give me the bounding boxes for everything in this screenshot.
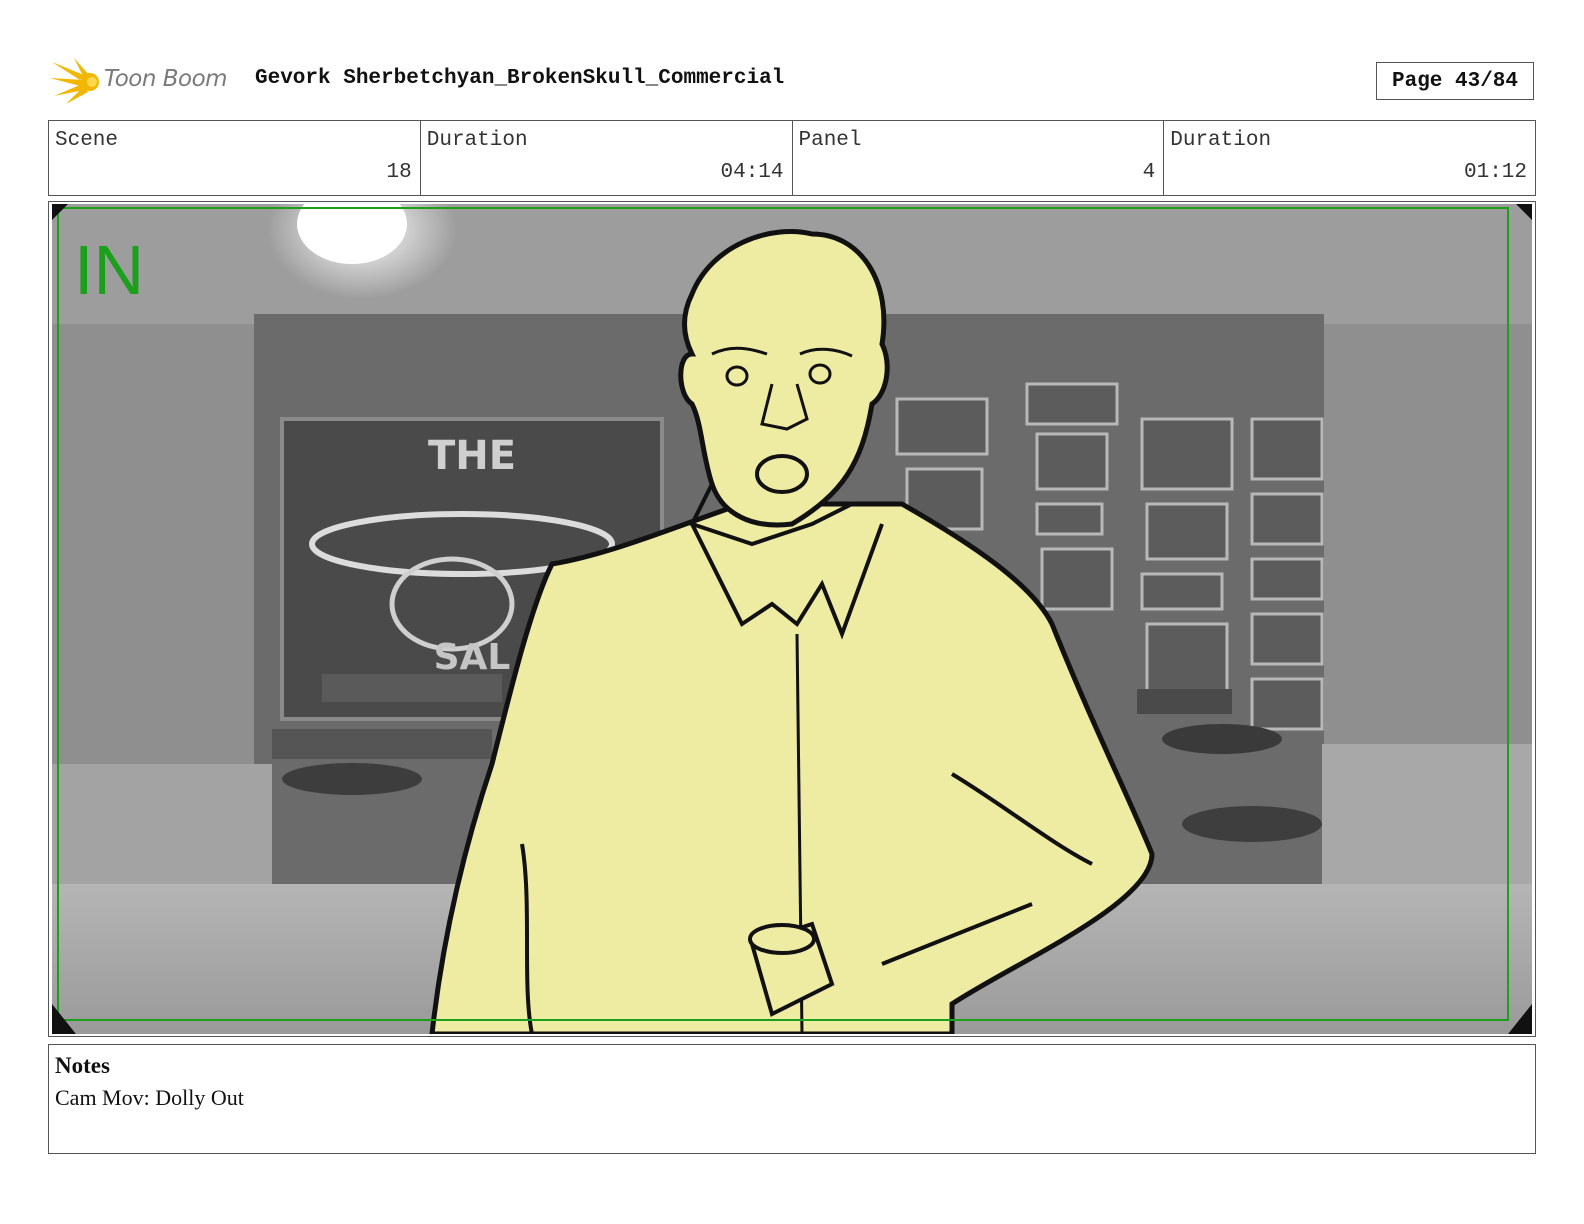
panel-value: 4 xyxy=(1142,161,1156,184)
scene-duration-cell: Duration 04:14 xyxy=(421,121,793,195)
panel-label: Panel xyxy=(798,129,862,152)
scene-duration-label: Duration xyxy=(426,129,528,152)
svg-text:THE: THE xyxy=(428,433,516,479)
panel-duration-value: 01:12 xyxy=(1463,161,1527,184)
project-title: Gevork Sherbetchyan_BrokenSkull_Commerci… xyxy=(255,67,785,90)
scene-info-table: Scene 18 Duration 04:14 Panel 4 Duration… xyxy=(48,120,1536,196)
storyboard-panel-image: THE SAL xyxy=(52,204,1532,1034)
svg-text:SAL: SAL xyxy=(434,637,511,678)
logo-text: Toon Boom xyxy=(104,66,228,92)
notes-text: Cam Mov: Dolly Out xyxy=(55,1085,244,1110)
camera-in-label: IN xyxy=(74,231,144,309)
panel-duration-label: Duration xyxy=(1170,129,1272,152)
notes-title: Notes xyxy=(55,1053,110,1078)
scene-duration-value: 04:14 xyxy=(720,161,784,184)
scene-cell: Scene 18 xyxy=(49,121,421,195)
page-indicator: Page 43/84 xyxy=(1376,62,1534,100)
panel-duration-cell: Duration 01:12 xyxy=(1164,121,1535,195)
scene-value: 18 xyxy=(386,161,412,184)
panel-cell: Panel 4 xyxy=(793,121,1165,195)
scene-label: Scene xyxy=(55,129,119,152)
notes-box: Notes Cam Mov: Dolly Out xyxy=(48,1044,1536,1154)
